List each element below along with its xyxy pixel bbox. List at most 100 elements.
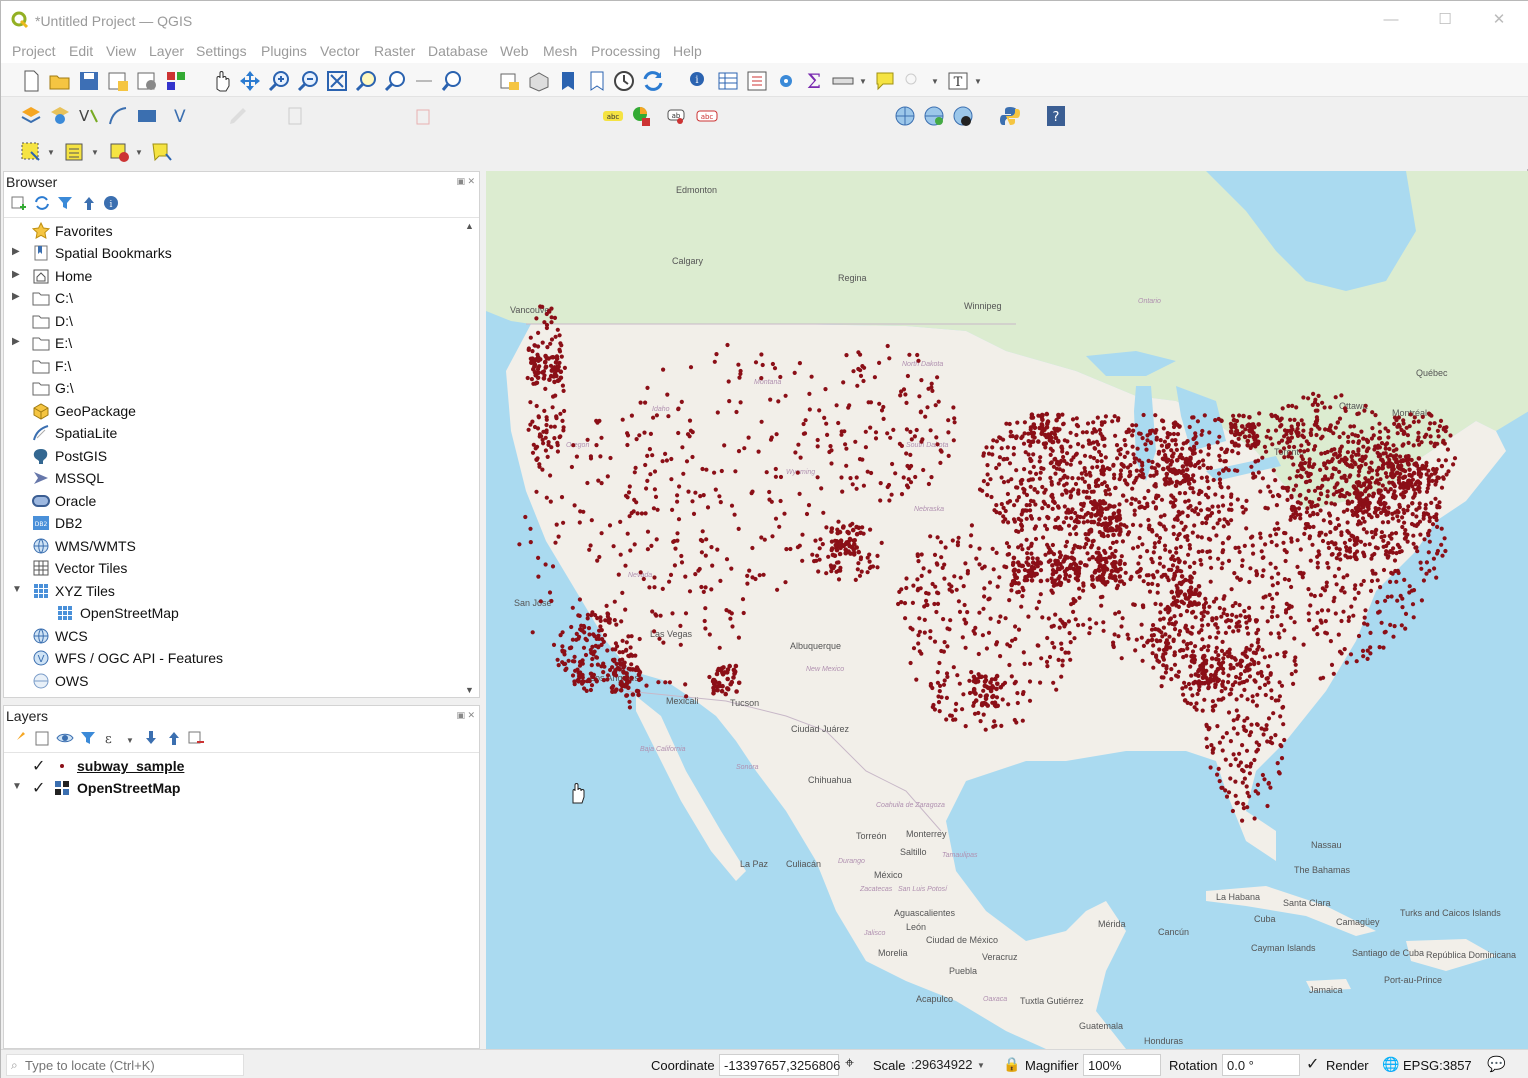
delete-selected-icon[interactable] [411,104,435,128]
identify-features-icon[interactable]: i [687,69,711,93]
browser-item-g-drive[interactable]: G:\ [4,377,464,399]
expand-arrow-icon[interactable]: ▶ [12,246,24,257]
browser-item-vector-tiles[interactable]: Vector Tiles [4,557,464,579]
zoom-in-icon[interactable] [267,69,291,93]
measure-dropdown-caret[interactable]: ▼ [859,77,867,86]
show-map-tips-icon[interactable] [150,140,174,164]
select-features-caret[interactable]: ▼ [47,148,55,157]
map-svg[interactable]: EdmontonCalgaryReginaWinnipegVancouverQu… [486,171,1528,1049]
show-bookmarks-icon[interactable] [585,69,609,93]
temporal-controller-icon[interactable] [612,69,636,93]
browser-item-favorites[interactable]: Favorites [4,220,464,242]
expand-arrow-icon[interactable]: ▶ [12,336,24,347]
add-delimited-text-icon[interactable]: V [77,104,101,128]
new-bookmark-icon[interactable] [556,69,580,93]
new-project-icon[interactable] [19,69,43,93]
measure-icon[interactable] [831,69,855,93]
text-annotation-dropdown-caret[interactable]: ▼ [974,77,982,86]
add-wfs-icon[interactable]: V [170,104,194,128]
collapse-arrow-icon[interactable]: ▼ [12,781,22,792]
browser-item-oracle[interactable]: Oracle [4,490,464,512]
browser-item-d-drive[interactable]: D:\ [4,310,464,332]
zoom-to-layer-icon[interactable] [383,69,407,93]
python-console-icon[interactable] [998,104,1022,128]
add-spatialite-icon[interactable] [106,104,130,128]
browser-item-mssql[interactable]: MSSQL [4,467,464,489]
zoom-full-icon[interactable] [325,69,349,93]
deselect-features-icon[interactable] [108,140,132,164]
new-print-layout-icon[interactable] [106,69,130,93]
browser-item-wfs-ogc-api[interactable]: V WFS / OGC API - Features [4,647,464,669]
add-group-icon[interactable] [33,729,51,747]
pan-map-icon[interactable] [209,69,233,93]
zoom-native-icon[interactable] [412,69,436,93]
lock-scale-icon[interactable]: 🔒 [1003,1056,1020,1073]
new-3d-view-icon[interactable] [527,69,551,93]
help-contents-icon[interactable]: ? [1044,104,1068,128]
layer-visibility-checkbox[interactable]: ✓ [32,778,45,798]
browser-item-geopackage[interactable]: GeoPackage [4,400,464,422]
attribute-table-icon[interactable] [716,69,740,93]
crs-label[interactable]: EPSG:3857 [1403,1058,1472,1073]
rotation-field[interactable]: 0.0 ° [1222,1054,1300,1076]
layer-visibility-checkbox[interactable]: ✓ [32,756,45,776]
processing-toolbox-icon[interactable] [774,69,798,93]
filter-expression-caret[interactable]: ▼ [126,736,134,745]
plugin-globe-icon[interactable] [951,104,975,128]
browser-item-openstreetmap[interactable]: OpenStreetMap [4,602,464,624]
save-project-icon[interactable] [77,69,101,93]
browser-info-icon[interactable]: i [102,194,120,212]
pin-labels-icon[interactable]: abc [695,104,719,128]
data-source-manager-icon[interactable] [19,104,43,128]
remove-layer-icon[interactable] [187,729,205,747]
geonode-icon[interactable] [922,104,946,128]
coordinate-field[interactable]: -13397657,3256806 [719,1054,840,1076]
layer-row-openstreetmap[interactable]: ▼ ✓ OpenStreetMap [4,777,474,799]
browser-item-e-drive[interactable]: ▶ E:\ [4,332,464,354]
text-annotation-icon[interactable]: T [946,69,970,93]
refresh-browser-icon[interactable] [33,194,51,212]
annotation-icon[interactable] [901,69,925,93]
refresh-icon[interactable] [641,69,665,93]
crs-globe-icon[interactable]: 🌐 [1382,1056,1399,1073]
field-calculator-icon[interactable] [745,69,769,93]
map-canvas[interactable]: Edmonton Calgary Regina Winnipeg Vancouver Qu… [486,171,1528,1049]
select-features-icon[interactable] [19,140,43,164]
messages-icon[interactable]: 💬 [1487,1055,1506,1073]
filter-legend-icon[interactable] [79,729,97,747]
zoom-out-icon[interactable] [296,69,320,93]
statistics-icon[interactable]: Σ [802,69,826,93]
annotation-dropdown-caret[interactable]: ▼ [931,77,939,86]
maximize-button[interactable]: ☐ [1435,10,1455,30]
browser-item-wms-wmts[interactable]: WMS/WMTS [4,535,464,557]
menu-raster[interactable]: Raster [374,43,415,59]
expand-arrow-icon[interactable]: ▶ [12,269,24,280]
scale-dropdown-caret[interactable]: ▼ [977,1061,985,1070]
filter-by-expression-icon[interactable]: ε [102,729,120,747]
menu-help[interactable]: Help [673,43,702,59]
browser-scrollbar[interactable]: ▲ ▼ [463,219,477,697]
toggle-editing-icon[interactable] [283,104,307,128]
zoom-to-selection-icon[interactable] [354,69,378,93]
metasearch-icon[interactable] [893,104,917,128]
browser-item-xyz-tiles[interactable]: ▼ XYZ Tiles [4,580,464,602]
menu-vector[interactable]: Vector [320,43,360,59]
add-selected-layers-icon[interactable] [10,194,28,212]
expand-all-icon[interactable] [142,729,160,747]
render-checkbox[interactable]: ✓ [1306,1054,1319,1074]
add-mssql-icon[interactable] [135,104,159,128]
select-by-value-caret[interactable]: ▼ [91,148,99,157]
menu-mesh[interactable]: Mesh [543,43,577,59]
open-project-icon[interactable] [48,69,72,93]
menu-edit[interactable]: Edit [69,43,93,59]
collapse-all-icon[interactable] [80,194,98,212]
menu-layer[interactable]: Layer [149,43,184,59]
browser-item-ows[interactable]: OWS [4,670,464,692]
add-vector-layer-icon[interactable] [48,104,72,128]
expand-arrow-icon[interactable]: ▶ [12,291,24,302]
browser-item-c-drive[interactable]: ▶ C:\ [4,287,464,309]
pan-to-selection-icon[interactable] [238,69,262,93]
collapse-arrow-icon[interactable]: ▼ [12,584,24,595]
layers-panel-controls[interactable]: ▣ ✕ [456,710,475,721]
close-button[interactable]: ✕ [1489,10,1509,30]
